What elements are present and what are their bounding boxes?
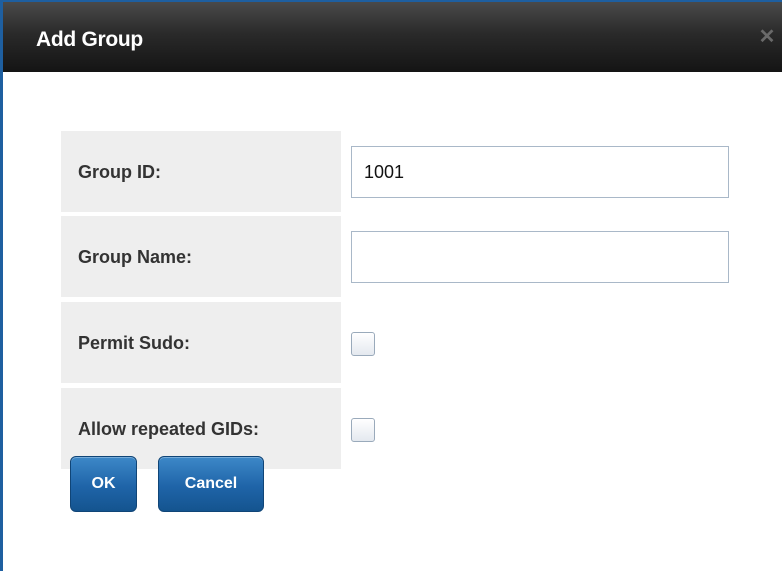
group-name-label: Group Name: <box>78 247 193 267</box>
group-id-label: Group ID: <box>78 162 161 182</box>
group-name-value-cell <box>344 216 764 297</box>
dialog-titlebar[interactable]: Add Group ✕ <box>3 0 782 72</box>
permit-sudo-checkbox[interactable] <box>351 332 375 356</box>
add-group-dialog: Add Group ✕ Group ID: Group Name: Permit… <box>0 0 782 571</box>
permit-sudo-label-cell: Permit Sudo: <box>61 302 341 383</box>
group-id-label-cell: Group ID: <box>61 131 341 212</box>
group-id-value-cell <box>344 131 764 212</box>
close-icon[interactable]: ✕ <box>758 27 776 47</box>
group-name-input[interactable] <box>351 231 729 283</box>
permit-sudo-label: Permit Sudo: <box>78 333 191 353</box>
cancel-button[interactable]: Cancel <box>158 456 264 512</box>
allow-repeated-gids-label: Allow repeated GIDs: <box>78 419 260 439</box>
group-id-input[interactable] <box>351 146 729 198</box>
group-name-label-cell: Group Name: <box>61 216 341 297</box>
dialog-title: Add Group <box>36 28 143 51</box>
ok-button[interactable]: OK <box>70 456 137 512</box>
allow-repeated-gids-value-cell <box>344 388 764 469</box>
allow-repeated-gids-checkbox[interactable] <box>351 418 375 442</box>
permit-sudo-value-cell <box>344 302 764 383</box>
